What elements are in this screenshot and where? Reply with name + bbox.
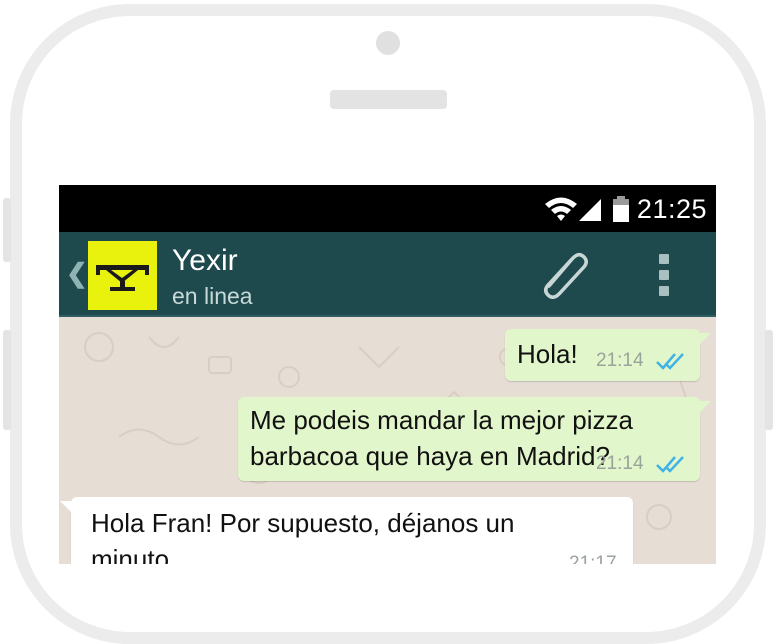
- message-bubble-incoming[interactable]: Hola Fran! Por supuesto, déjanos un minu…: [60, 497, 633, 564]
- yexir-logo: [96, 265, 149, 291]
- bubble-tail: [699, 401, 711, 413]
- message-text: Hola!: [517, 339, 578, 369]
- bubble-tail: [699, 333, 711, 345]
- wifi-icon: [545, 197, 577, 221]
- double-check-icon: [656, 456, 684, 473]
- avatar[interactable]: [88, 241, 157, 310]
- message-time: 21:14: [596, 453, 644, 474]
- message-time: 21:17: [569, 553, 617, 564]
- phone-side-button: [765, 330, 773, 430]
- message-text: Me podeis mandar la mejor pizza barbacoa…: [250, 405, 633, 471]
- status-bar: 21:25: [59, 185, 716, 232]
- bubble-tail: [60, 501, 72, 513]
- double-check-icon: [656, 353, 684, 370]
- contact-status: en linea: [172, 283, 253, 309]
- phone-side-button: [3, 198, 11, 262]
- message-time: 21:14: [596, 350, 644, 371]
- chat-header: ❮ Yexir en linea: [59, 232, 716, 317]
- message-bubble-outgoing[interactable]: Me podeis mandar la mejor pizza barbacoa…: [238, 397, 711, 481]
- status-time: 21:25: [636, 194, 707, 224]
- phone-side-button: [3, 330, 11, 430]
- earpiece-speaker: [330, 90, 447, 109]
- chat-area[interactable]: Hola! 21:14 Me podeis mandar la mejor pi…: [59, 317, 716, 564]
- battery-icon: [613, 196, 629, 222]
- message-text: Hola Fran! Por supuesto, déjanos un minu…: [91, 508, 515, 564]
- overflow-menu-icon[interactable]: [653, 250, 677, 300]
- message-bubble-outgoing[interactable]: Hola! 21:14: [505, 329, 711, 381]
- phone-screen: 21:25 ❮ Yexir en linea Hola! 21:14 Me po…: [59, 185, 716, 564]
- chevron-left-icon[interactable]: ❮: [66, 258, 88, 289]
- status-icons: [543, 193, 638, 230]
- paperclip-icon[interactable]: [535, 246, 591, 302]
- front-camera: [376, 31, 400, 55]
- contact-name[interactable]: Yexir: [172, 244, 238, 278]
- signal-icon: [579, 199, 601, 221]
